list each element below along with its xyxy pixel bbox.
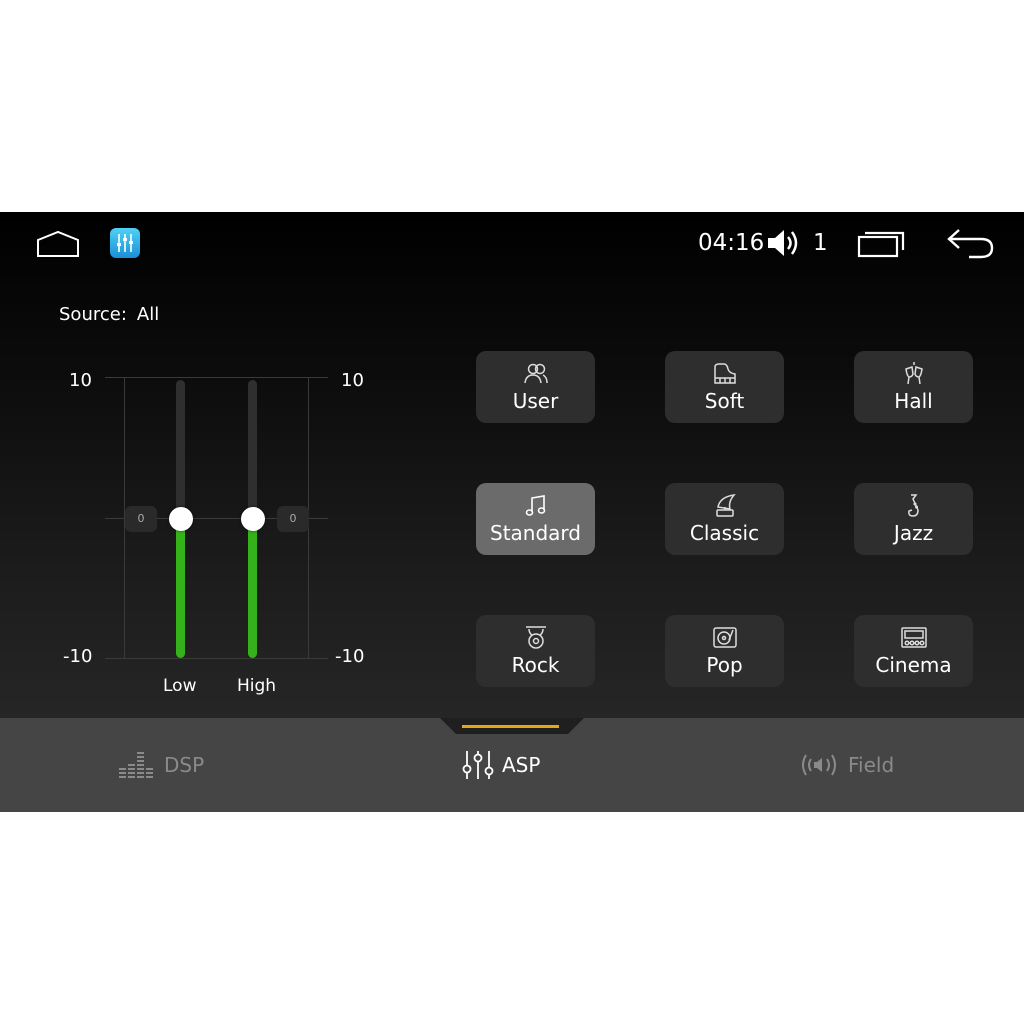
tab-field-label: Field	[848, 753, 895, 777]
preset-standard[interactable]: Standard	[476, 483, 595, 555]
high-band-level-fill	[248, 518, 257, 658]
turntable-icon	[713, 627, 737, 648]
bottom-tab-bar: DSP ASP Field	[0, 718, 1024, 812]
source-value[interactable]: All	[137, 304, 159, 325]
low-band-value: 0	[125, 506, 157, 532]
scale-max-right: 10	[341, 370, 364, 391]
volume-icon[interactable]	[766, 227, 802, 259]
tab-dsp[interactable]: DSP	[118, 748, 204, 782]
preset-label: Cinema	[875, 653, 952, 677]
volume-level: 1	[813, 230, 828, 256]
preset-cinema[interactable]: Cinema	[854, 615, 973, 687]
piano-icon	[714, 363, 736, 384]
preset-label: Rock	[511, 653, 560, 677]
low-band-label: Low	[163, 676, 197, 696]
clock: 04:16	[698, 230, 765, 256]
high-band-value: 0	[277, 506, 309, 532]
preset-user[interactable]: User	[476, 351, 595, 423]
saxophone-icon	[908, 494, 919, 517]
low-band-slider-knob[interactable]	[169, 507, 193, 531]
back-icon[interactable]	[945, 226, 995, 260]
cheers-icon	[905, 362, 923, 385]
preset-label: Soft	[704, 389, 745, 413]
sliders-icon	[462, 751, 494, 779]
preset-label: User	[512, 389, 559, 413]
preset-pop[interactable]: Pop	[665, 615, 784, 687]
source-indicator: Source: All	[59, 304, 159, 325]
drum-icon	[526, 626, 546, 649]
home-icon[interactable]	[36, 230, 80, 258]
high-band-label: High	[237, 676, 277, 696]
tab-asp-label: ASP	[502, 753, 541, 777]
low-band-level-fill	[176, 518, 185, 658]
tab-dsp-label: DSP	[164, 753, 205, 777]
high-band-slider-knob[interactable]	[241, 507, 265, 531]
preset-jazz[interactable]: Jazz	[854, 483, 973, 555]
equalizer-panel: 10 10 -10 -10 0 Low 0 High	[0, 362, 420, 702]
preset-label: Classic	[689, 521, 760, 545]
sound-field-icon	[802, 754, 836, 776]
users-icon	[524, 363, 548, 384]
equalizer-app-icon[interactable]	[110, 228, 140, 258]
preset-rock[interactable]: Rock	[476, 615, 595, 687]
preset-hall[interactable]: Hall	[854, 351, 973, 423]
grid-top	[105, 377, 328, 378]
selected-tab-indicator	[462, 725, 559, 728]
scale-min-right: -10	[335, 646, 365, 667]
scale-max-left: 10	[69, 370, 92, 391]
grid-bottom	[105, 658, 328, 659]
preset-label: Standard	[490, 521, 581, 545]
preset-label: Jazz	[893, 521, 934, 545]
preset-classic[interactable]: Classic	[665, 483, 784, 555]
equalizer-bars-icon	[119, 752, 153, 778]
preset-label: Pop	[706, 653, 743, 677]
source-label: Source:	[59, 304, 127, 325]
tab-field[interactable]: Field	[798, 748, 894, 782]
scale-min-left: -10	[63, 646, 93, 667]
gramophone-icon	[716, 493, 736, 517]
music-note-icon	[525, 495, 546, 516]
tab-asp[interactable]: ASP	[462, 748, 540, 782]
preset-label: Hall	[894, 389, 933, 413]
audio-settings-screen: 04:16 1 Source: All 10 10 -10 -10 0 Low	[0, 212, 1024, 812]
preset-soft[interactable]: Soft	[665, 351, 784, 423]
recent-apps-icon[interactable]	[857, 230, 905, 258]
theater-icon	[901, 627, 927, 648]
